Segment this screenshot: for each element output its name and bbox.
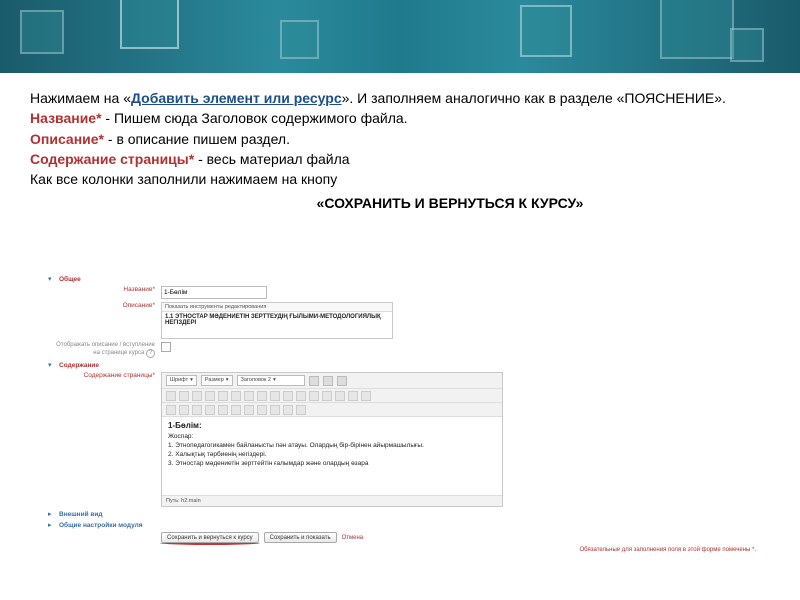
font-select[interactable]: Шрифт ▾	[166, 375, 197, 386]
section-title: Внешний вид	[59, 511, 103, 518]
tb-icon[interactable]	[322, 391, 332, 401]
tb-icon[interactable]	[218, 391, 228, 401]
editor-line: 3. Этностар мәдениетін зерттейтін ғалымд…	[168, 460, 496, 467]
tb-icon[interactable]	[296, 405, 306, 415]
tb-icon[interactable]	[283, 405, 293, 415]
editor-heading: 1-Бөлім:	[168, 421, 496, 430]
tb-icon[interactable]	[309, 391, 319, 401]
text-fragment: ». И заполняем аналогично как в разделе …	[342, 90, 726, 106]
section-title: Содержание	[59, 362, 99, 369]
tb-icon[interactable]	[231, 391, 241, 401]
size-select[interactable]: Размер ▾	[201, 375, 233, 386]
desc-label: Описание*	[48, 302, 161, 309]
text-fragment: - Пишем сюда Заголовок содержимого файла…	[102, 110, 408, 126]
tb-icon[interactable]	[192, 405, 202, 415]
name-field-label: Название*	[30, 110, 102, 126]
section-content-header[interactable]: ▾ Содержание	[48, 361, 756, 369]
help-icon[interactable]: ?	[146, 349, 155, 358]
collapse-icon: ▾	[48, 361, 56, 369]
expand-icon: ▸	[48, 521, 56, 529]
tb-icon[interactable]	[192, 391, 202, 401]
section-appearance-header[interactable]: ▸ Внешний вид	[48, 510, 756, 518]
editor-toolbar-1[interactable]: Шрифт ▾ Размер ▾ Заголовок 2 ▾	[162, 373, 502, 389]
tb-icon[interactable]	[205, 391, 215, 401]
name-label: Название*	[48, 286, 161, 293]
collapse-icon: ▾	[48, 275, 56, 283]
section-title: Общее	[59, 276, 81, 283]
tb-icon[interactable]	[257, 405, 267, 415]
text-line: Как все колонки заполнили нажимаем на кн…	[30, 169, 770, 189]
tb-icon[interactable]	[179, 391, 189, 401]
desc-content[interactable]: 1.1 ЭТНОСТАР МӘДЕНИЕТІН ЗЕРТТЕУДІҢ ҒЫЛЫМ…	[162, 312, 392, 338]
show-desc-checkbox[interactable]	[161, 342, 171, 352]
expand-icon: ▸	[48, 510, 56, 518]
header-graphic	[0, 0, 800, 73]
name-input[interactable]	[161, 286, 267, 299]
desc-toolbar-toggle[interactable]: Показать инструменты редактирования	[162, 303, 392, 312]
section-title: Общие настройки модуля	[59, 522, 143, 529]
save-return-button[interactable]: Сохранить и вернуться к курсу	[161, 532, 259, 543]
heading-select[interactable]: Заголовок 2 ▾	[237, 375, 305, 386]
save-show-button[interactable]: Сохранить и показать	[264, 532, 337, 543]
tb-icon[interactable]	[348, 391, 358, 401]
section-general-header[interactable]: ▾ Общее	[48, 275, 756, 283]
tb-icon[interactable]	[257, 391, 267, 401]
editor-path: Путь: h2.main	[162, 495, 502, 506]
tb-icon[interactable]	[270, 391, 280, 401]
editor-line: 2. Халықтық тәрбиенің негіздері.	[168, 451, 496, 458]
required-footnote: Обязательные для заполнения поля в этой …	[48, 547, 756, 553]
tb-icon[interactable]	[179, 405, 189, 415]
tb-icon[interactable]	[205, 405, 215, 415]
editor-line: 1. Этнопедагогикамен байланысты пән атау…	[168, 442, 496, 449]
editor-body[interactable]: 1-Бөлім: Жоспар: 1. Этнопедагогикамен ба…	[162, 417, 502, 495]
text-fragment: - весь материал файла	[194, 151, 349, 167]
text-fragment: Нажимаем на «	[30, 90, 131, 106]
tb-icon[interactable]	[335, 391, 345, 401]
tb-icon[interactable]	[361, 391, 371, 401]
show-desc-label: Отображать описание / вступление на стра…	[48, 342, 161, 358]
tb-icon[interactable]	[283, 391, 293, 401]
tb-icon[interactable]	[270, 405, 280, 415]
tb-icon[interactable]	[166, 405, 176, 415]
editor-line: Жоспар:	[168, 433, 496, 440]
editor-toolbar-2[interactable]	[162, 389, 502, 403]
highlight-underline	[160, 541, 260, 545]
tb-icon[interactable]	[309, 376, 319, 386]
tb-icon[interactable]	[323, 376, 333, 386]
add-resource-link: Добавить элемент или ресурс	[131, 90, 342, 106]
tb-icon[interactable]	[231, 405, 241, 415]
instruction-text: Нажимаем на «Добавить элемент или ресурс…	[30, 88, 770, 214]
content-label: Содержание страницы*	[48, 372, 161, 379]
desc-field-label: Описание*	[30, 131, 104, 147]
tb-icon[interactable]	[218, 405, 228, 415]
cancel-link[interactable]: Отмена	[342, 535, 364, 541]
tb-icon[interactable]	[296, 391, 306, 401]
content-field-label: Содержание страницы*	[30, 151, 194, 167]
tb-icon[interactable]	[244, 405, 254, 415]
content-editor[interactable]: Шрифт ▾ Размер ▾ Заголовок 2 ▾ 1-Бөлім: …	[161, 372, 503, 507]
tb-icon[interactable]	[244, 391, 254, 401]
desc-editor[interactable]: Показать инструменты редактирования 1.1 …	[161, 302, 393, 339]
editor-toolbar-3[interactable]	[162, 403, 502, 417]
tb-icon[interactable]	[166, 391, 176, 401]
section-module-header[interactable]: ▸ Общие настройки модуля	[48, 521, 756, 529]
tb-icon[interactable]	[337, 376, 347, 386]
text-fragment: - в описание пишем раздел.	[104, 131, 290, 147]
save-button-callout: «СОХРАНИТЬ И ВЕРНУТЬСЯ К КУРСУ»	[130, 193, 770, 213]
form-screenshot: ▾ Общее Название* Описание* Показать инс…	[48, 272, 756, 553]
